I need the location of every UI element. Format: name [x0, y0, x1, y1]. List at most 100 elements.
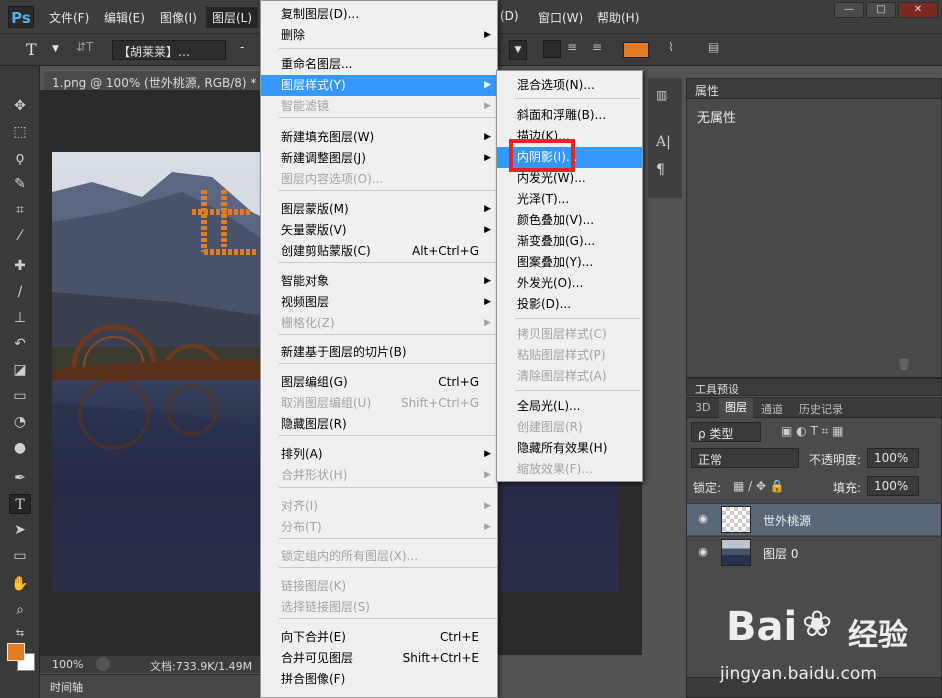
- layer-filter-select[interactable]: ρ 类型: [691, 422, 761, 442]
- layer-menu-item[interactable]: 排列(A) ▶: [261, 444, 497, 465]
- visibility-eye-icon[interactable]: ◉: [695, 512, 711, 526]
- character-panel-icon[interactable]: ▤: [708, 40, 719, 60]
- character-icon[interactable]: A|: [656, 134, 674, 150]
- layer-menu-item[interactable]: 图层编组(G) Ctrl+G: [261, 372, 497, 393]
- visibility-eye-icon[interactable]: ◉: [695, 545, 711, 559]
- layer-menu-item[interactable]: 智能对象 ▶: [261, 271, 497, 292]
- close-icon[interactable]: ✕: [898, 2, 938, 18]
- text-color-swatch[interactable]: [623, 42, 649, 58]
- layer-style-menu-item[interactable]: 渐变叠加(G)...: [497, 231, 642, 252]
- foreground-color-swatch[interactable]: [7, 643, 25, 661]
- menu-layer[interactable]: 图层(L): [206, 7, 259, 28]
- maximize-icon[interactable]: □: [866, 2, 896, 18]
- status-info-icon[interactable]: [96, 657, 110, 671]
- chevron-down-icon[interactable]: ▼: [52, 44, 59, 64]
- menu-edit[interactable]: 编辑(E): [104, 9, 145, 26]
- hand-tool-icon[interactable]: ✋: [9, 574, 31, 594]
- healing-brush-tool-icon[interactable]: ✚: [9, 256, 31, 276]
- type-tool-icon[interactable]: T: [9, 494, 31, 514]
- layer-menu-item[interactable]: 合并可见图层 Shift+Ctrl+E: [261, 648, 497, 669]
- blend-mode-select[interactable]: 正常: [691, 448, 799, 468]
- zoom-tool-icon[interactable]: ⌕: [9, 600, 31, 620]
- dodge-tool-icon[interactable]: ●: [9, 438, 31, 458]
- layer-style-menu-item[interactable]: 全局光(L)...: [497, 396, 642, 417]
- layer-menu-item[interactable]: 视频图层 ▶: [261, 292, 497, 313]
- tool-presets-panel[interactable]: 工具预设: [686, 378, 942, 396]
- align-right-icon[interactable]: ≡: [592, 40, 602, 60]
- gradient-tool-icon[interactable]: ▭: [9, 386, 31, 406]
- align-center-icon[interactable]: ≡: [567, 40, 577, 60]
- filter-icons[interactable]: ▣ ◐ T ⌗ ▦: [781, 424, 844, 439]
- layer-style-menu-item[interactable]: 隐藏所有效果(H): [497, 438, 642, 459]
- tab-history[interactable]: 历史记录: [799, 401, 843, 417]
- history-brush-tool-icon[interactable]: ↶: [9, 334, 31, 354]
- layer-style-menu-item[interactable]: 投影(D)...: [497, 294, 642, 315]
- minimize-icon[interactable]: —: [834, 2, 864, 18]
- quick-select-tool-icon[interactable]: ✎: [9, 174, 31, 194]
- layer-style-menu-item[interactable]: 斜面和浮雕(B)...: [497, 105, 642, 126]
- layer-name[interactable]: 世外桃源: [763, 512, 811, 529]
- brush-tool-icon[interactable]: ∕: [9, 282, 31, 302]
- document-tab[interactable]: 1.png @ 100% (世外桃源, RGB/8) *: [44, 70, 260, 90]
- font-style-select[interactable]: -: [240, 40, 244, 60]
- eraser-tool-icon[interactable]: ◪: [9, 360, 31, 380]
- menu-view[interactable]: (D): [500, 9, 519, 23]
- layer-style-menu-item[interactable]: 颜色叠加(V)...: [497, 210, 642, 231]
- rectangle-tool-icon[interactable]: ▭: [9, 546, 31, 566]
- marquee-tool-icon[interactable]: ⬚: [9, 122, 31, 142]
- layer-menu-item[interactable]: 创建剪贴蒙版(C) Alt+Ctrl+G: [261, 241, 497, 262]
- layer-style-menu-item[interactable]: 混合选项(N)...: [497, 75, 642, 96]
- trash-icon[interactable]: 🗑: [897, 358, 911, 371]
- layer-menu-item: 对齐(I) ▶: [261, 496, 497, 517]
- paragraph-icon[interactable]: ¶: [656, 162, 674, 178]
- crop-tool-icon[interactable]: ⌗: [9, 200, 31, 220]
- type-tool-preset-icon[interactable]: T: [26, 40, 37, 60]
- align-left-icon[interactable]: [543, 40, 561, 58]
- layer-menu-item[interactable]: 新建基于图层的切片(B): [261, 342, 497, 363]
- tab-3d[interactable]: 3D: [695, 401, 710, 414]
- layer-menu-item[interactable]: 复制图层(D)...: [261, 4, 497, 25]
- menu-window[interactable]: 窗口(W): [538, 9, 583, 26]
- layer-name[interactable]: 图层 0: [763, 545, 798, 562]
- tab-channels[interactable]: 通道: [761, 401, 783, 417]
- blur-tool-icon[interactable]: ◔: [9, 412, 31, 432]
- layer-style-menu-item[interactable]: 外发光(O)...: [497, 273, 642, 294]
- layer-style-menu-item[interactable]: 图案叠加(Y)...: [497, 252, 642, 273]
- timeline-panel-tab[interactable]: 时间轴: [40, 674, 260, 698]
- layer-menu-item[interactable]: 重命名图层...: [261, 54, 497, 75]
- zoom-level[interactable]: 100%: [52, 658, 83, 671]
- layer-row[interactable]: ◉ 图层 0: [687, 536, 941, 568]
- warp-text-icon[interactable]: ⌇: [668, 40, 674, 60]
- layer-menu-item[interactable]: 新建填充图层(W) ▶: [261, 127, 497, 148]
- layer-menu-item[interactable]: 新建调整图层(J) ▶: [261, 148, 497, 169]
- layer-menu-item[interactable]: 图层蒙版(M) ▶: [261, 199, 497, 220]
- histogram-icon[interactable]: ▥: [656, 88, 674, 104]
- size-dropdown-icon[interactable]: ▼: [509, 40, 527, 60]
- pen-tool-icon[interactable]: ✒: [9, 468, 31, 488]
- lasso-tool-icon[interactable]: ϙ: [9, 148, 31, 168]
- text-orientation-icon[interactable]: ⇵T: [76, 40, 93, 60]
- fill-input[interactable]: 100%: [867, 476, 919, 496]
- menu-help[interactable]: 帮助(H): [597, 9, 639, 26]
- lock-icons[interactable]: ▦ ∕ ✥ 🔒: [733, 479, 785, 493]
- eyedropper-tool-icon[interactable]: ⁄: [9, 226, 31, 246]
- layer-menu-item[interactable]: 删除 ▶: [261, 25, 497, 46]
- layer-style-menu-item[interactable]: 光泽(T)...: [497, 189, 642, 210]
- menu-file[interactable]: 文件(F): [49, 9, 89, 26]
- layer-menu-item[interactable]: 矢量蒙版(V) ▶: [261, 220, 497, 241]
- font-family-select[interactable]: 【胡莱莱】…: [112, 40, 226, 60]
- path-selection-tool-icon[interactable]: ➤: [9, 520, 31, 540]
- layer-menu-item[interactable]: 拼合图像(F): [261, 669, 497, 690]
- layer-menu-item[interactable]: 向下合并(E) Ctrl+E: [261, 627, 497, 648]
- window-controls: — □ ✕: [832, 2, 938, 18]
- layer-menu-item: 链接图层(K): [261, 576, 497, 597]
- layer-menu-item[interactable]: 图层样式(Y) ▶: [261, 75, 497, 96]
- menu-image[interactable]: 图像(I): [160, 9, 197, 26]
- layer-menu-item[interactable]: 隐藏图层(R): [261, 414, 497, 435]
- swap-colors-icon[interactable]: ⇆: [9, 624, 31, 644]
- tab-layers[interactable]: 图层: [719, 398, 753, 418]
- move-tool-icon[interactable]: ✥: [9, 96, 31, 116]
- clone-stamp-tool-icon[interactable]: ⊥: [9, 308, 31, 328]
- layer-row[interactable]: ◉ 世外桃源: [687, 503, 941, 535]
- opacity-input[interactable]: 100%: [867, 448, 919, 468]
